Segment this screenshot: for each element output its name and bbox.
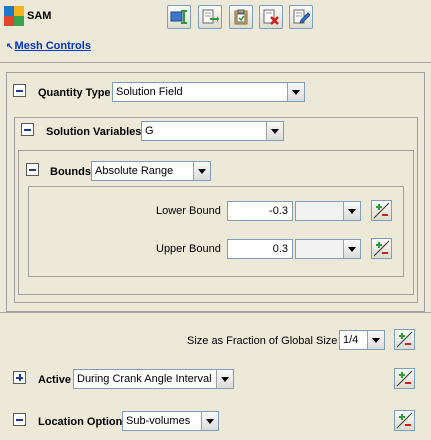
bounds-values-panel: [28, 186, 404, 277]
quantity-type-collapse-toggle[interactable]: [13, 84, 26, 97]
edit-icon: [293, 9, 310, 24]
solution-variables-collapse-toggle[interactable]: [21, 123, 34, 136]
location-option-edit-button[interactable]: [394, 410, 415, 431]
bounds-label: Bounds: [50, 166, 91, 178]
app-logo-icon: [4, 6, 24, 26]
location-option-select[interactable]: Sub-volumes: [122, 411, 219, 431]
lower-bound-label: Lower Bound: [156, 205, 221, 217]
bounds-value: Absolute Range: [95, 165, 174, 177]
tool-field-icon: [170, 10, 187, 24]
active-expand-toggle[interactable]: [13, 371, 26, 384]
quantity-type-label: Quantity Type: [38, 87, 111, 99]
mesh-controls-link[interactable]: ↖Mesh Controls: [6, 40, 91, 52]
size-fraction-select[interactable]: 1/4: [339, 330, 385, 350]
lower-bound-edit-button[interactable]: [371, 200, 392, 221]
location-option-value: Sub-volumes: [126, 415, 191, 427]
solution-variables-label: Solution Variables: [46, 126, 142, 138]
chevron-down-icon[interactable]: [367, 331, 384, 349]
app-title: SAM: [27, 10, 52, 22]
lower-bound-unit-select[interactable]: [295, 201, 361, 221]
back-arrow-icon: ↖: [6, 41, 14, 51]
section-divider: [0, 312, 431, 313]
upper-bound-input[interactable]: 0.3: [227, 239, 293, 259]
bounds-select[interactable]: Absolute Range: [91, 161, 211, 181]
size-fraction-edit-button[interactable]: [394, 329, 415, 350]
chevron-down-icon[interactable]: [343, 202, 360, 220]
plus-minus-edit-icon: [373, 240, 390, 257]
location-option-collapse-toggle[interactable]: [13, 413, 26, 426]
solution-variables-select[interactable]: G: [141, 121, 284, 141]
bounds-collapse-toggle[interactable]: [26, 163, 39, 176]
size-fraction-label: Size as Fraction of Global Size: [187, 335, 338, 347]
chevron-down-icon[interactable]: [266, 122, 283, 140]
location-option-label: Location Option: [38, 416, 123, 428]
plus-minus-edit-icon: [396, 412, 413, 429]
plus-minus-edit-icon: [396, 331, 413, 348]
delete-icon: [263, 9, 279, 25]
upper-bound-edit-button[interactable]: [371, 238, 392, 259]
solution-variables-value: G: [145, 125, 154, 137]
active-select[interactable]: During Crank Angle Interval: [73, 369, 234, 389]
header-divider: [0, 62, 431, 63]
quantity-type-value: Solution Field: [116, 86, 183, 98]
chevron-down-icon[interactable]: [193, 162, 210, 180]
active-value: During Crank Angle Interval: [77, 373, 212, 385]
chevron-down-icon[interactable]: [216, 370, 233, 388]
chevron-down-icon[interactable]: [201, 412, 218, 430]
plus-minus-edit-icon: [396, 370, 413, 387]
export-button[interactable]: [198, 5, 222, 29]
edit-doc-button[interactable]: [289, 5, 313, 29]
mesh-controls-label: Mesh Controls: [14, 40, 91, 52]
tool-field-button[interactable]: [167, 5, 191, 29]
quantity-type-select[interactable]: Solution Field: [112, 82, 305, 102]
active-label: Active: [38, 374, 72, 386]
chevron-down-icon[interactable]: [287, 83, 304, 101]
export-icon: [202, 9, 219, 24]
paste-icon: [234, 9, 248, 25]
lower-bound-input[interactable]: -0.3: [227, 201, 293, 221]
upper-bound-unit-select[interactable]: [295, 239, 361, 259]
active-edit-button[interactable]: [394, 368, 415, 389]
plus-minus-edit-icon: [373, 202, 390, 219]
size-fraction-value: 1/4: [343, 334, 359, 346]
paste-button[interactable]: [229, 5, 253, 29]
delete-button[interactable]: [259, 5, 283, 29]
upper-bound-label: Upper Bound: [156, 243, 221, 255]
chevron-down-icon[interactable]: [343, 240, 360, 258]
